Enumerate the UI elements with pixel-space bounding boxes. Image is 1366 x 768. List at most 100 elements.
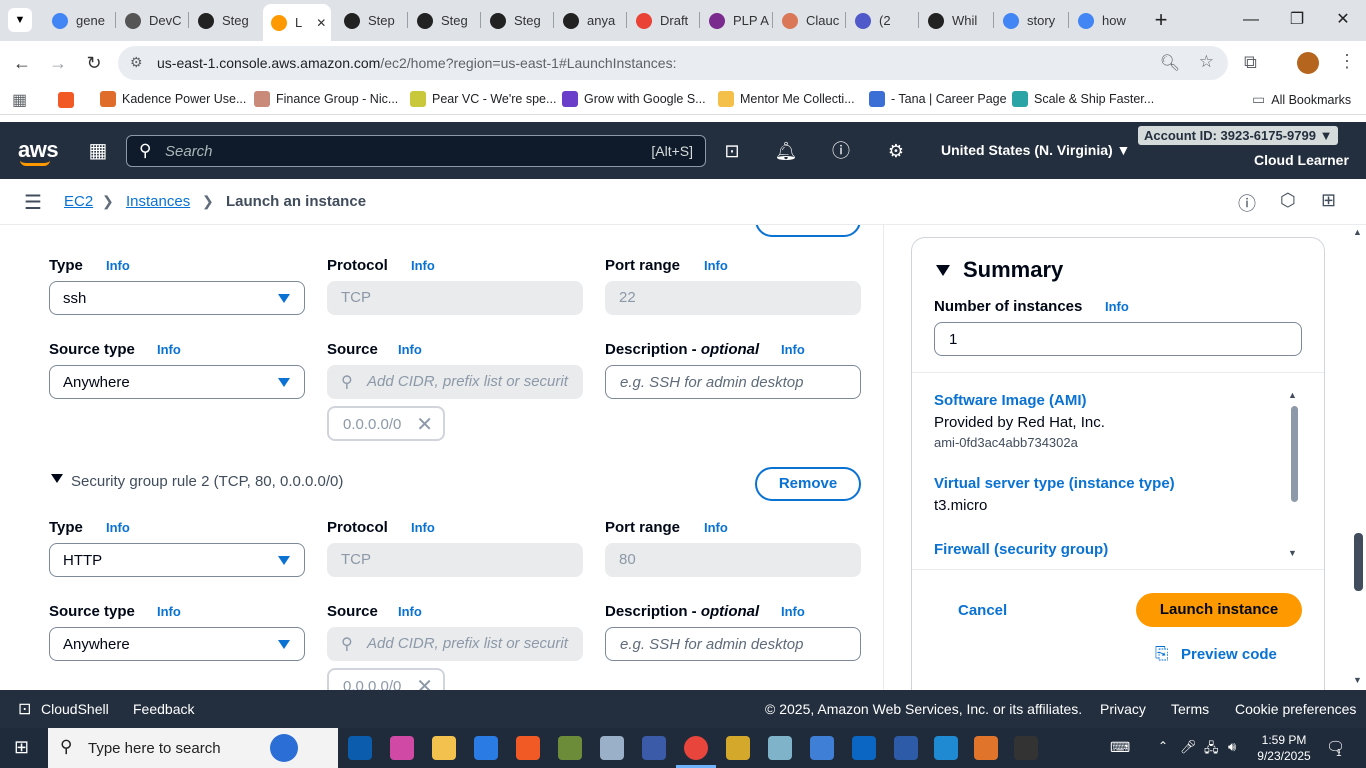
chrome-icon[interactable]	[684, 736, 708, 760]
browser-tab[interactable]: anya	[555, 6, 627, 35]
breadcrumb-ec2[interactable]: EC2	[64, 193, 93, 210]
clock-date[interactable]: 9/23/2025	[1252, 749, 1316, 763]
port-range-info-link[interactable]: Info	[704, 520, 728, 535]
number-of-instances-info-link[interactable]: Info	[1105, 299, 1129, 314]
summary-collapse-icon[interactable]	[936, 265, 950, 276]
source-info-link[interactable]: Info	[398, 342, 422, 357]
browser-tab[interactable]: Step	[336, 6, 408, 35]
notifications-bell-icon[interactable]: 🔔︎	[774, 139, 798, 163]
browser-tab[interactable]: story	[995, 6, 1067, 35]
remove-token-icon[interactable]: ✕	[416, 674, 433, 690]
brave-icon[interactable]	[516, 736, 540, 760]
account-id-badge[interactable]: Account ID: 3923-6175-9799 ▼	[1138, 126, 1339, 145]
taskbar-app-icon[interactable]	[642, 736, 666, 760]
source-type-info-link[interactable]: Info	[157, 604, 181, 619]
bookmark-item[interactable]: - Tana | Career Page	[869, 91, 1007, 107]
new-tab-button[interactable]: +	[1146, 8, 1176, 32]
user-name[interactable]: Cloud Learner	[1254, 152, 1349, 168]
help-panel-icon[interactable]: ⊞	[1321, 190, 1336, 211]
profile-avatar[interactable]	[1297, 52, 1319, 74]
browser-tab[interactable]: Steg	[190, 6, 262, 35]
reload-icon[interactable]: ↻	[82, 51, 106, 75]
browser-tab[interactable]: Whil	[920, 6, 992, 35]
bookmark-item[interactable]: Pear VC - We're spe...	[410, 91, 556, 107]
remove-rule-2-button[interactable]: Remove	[755, 467, 861, 501]
browser-tab[interactable]: DevC	[117, 6, 189, 35]
rule-2-source-search[interactable]: ⚲ Add CIDR, prefix list or securit	[327, 627, 583, 661]
rule-1-source-type-select[interactable]: Anywhere	[49, 365, 305, 399]
browser-tab[interactable]: Steg	[482, 6, 554, 35]
tray-chevron-icon[interactable]: ⌃	[1158, 739, 1168, 753]
browser-tab[interactable]: (2	[847, 6, 919, 35]
taskbar-app-icon[interactable]	[726, 736, 750, 760]
bookmark-item[interactable]: Finance Group - Nic...	[254, 91, 398, 107]
rule-1-description-input[interactable]: e.g. SSH for admin desktop	[605, 365, 861, 399]
bookmark-item[interactable]: Kadence Power Use...	[100, 91, 246, 107]
keyboard-icon[interactable]: ⌨	[1110, 739, 1130, 756]
instance-type-link[interactable]: Virtual server type (instance type)	[934, 475, 1175, 492]
rule-1-type-select[interactable]: ssh	[49, 281, 305, 315]
remove-rule-1-button[interactable]: Remove	[755, 225, 861, 237]
taskbar-app-icon[interactable]	[390, 736, 414, 760]
browser-tab[interactable]: how	[1070, 6, 1142, 35]
feedback-link[interactable]: Feedback	[133, 701, 194, 717]
number-of-instances-input[interactable]: 1	[934, 322, 1302, 356]
file-explorer-icon[interactable]	[432, 736, 456, 760]
launch-instance-button[interactable]: Launch instance	[1136, 593, 1302, 627]
source-info-link[interactable]: Info	[398, 604, 422, 619]
scroll-up-arrow-icon[interactable]: ▲	[1288, 390, 1297, 400]
brave-bookmark-icon[interactable]	[58, 92, 74, 108]
type-info-link[interactable]: Info	[106, 520, 130, 535]
back-icon[interactable]: ←	[10, 51, 34, 75]
taskbar-app-icon[interactable]	[600, 736, 624, 760]
browser-tab[interactable]: Steg	[409, 6, 481, 35]
info-panel-icon[interactable]: ⓘ	[1238, 190, 1256, 216]
taskbar-search-input[interactable]: ⚲ Type here to search	[48, 728, 338, 768]
url-bar[interactable]: ⚙ us-east-1.console.aws.amazon.com/ec2/h…	[118, 46, 1228, 80]
rule-2-collapse-icon[interactable]	[51, 474, 63, 483]
privacy-link[interactable]: Privacy	[1100, 701, 1146, 717]
page-scroll-up-icon[interactable]: ▲	[1353, 227, 1362, 237]
protocol-info-link[interactable]: Info	[411, 520, 435, 535]
region-selector[interactable]: United States (N. Virginia) ▼	[941, 142, 1130, 158]
rule-2-type-select[interactable]: HTTP	[49, 543, 305, 577]
browser-tab[interactable]: L ✕	[263, 4, 331, 41]
services-grid-icon[interactable]: ▦	[86, 139, 110, 163]
bookmark-star-icon[interactable]: ☆	[1199, 52, 1214, 72]
taskbar-app-icon[interactable]	[558, 736, 582, 760]
page-scrollbar-thumb[interactable]	[1354, 533, 1363, 591]
aws-search-input[interactable]: ⚲ Search [Alt+S]	[126, 135, 706, 167]
help-icon[interactable]: ⓘ	[829, 139, 853, 163]
rule-1-source-search[interactable]: ⚲ Add CIDR, prefix list or securit	[327, 365, 583, 399]
powershell-icon[interactable]	[894, 736, 918, 760]
page-scroll-down-icon[interactable]: ▼	[1353, 675, 1362, 685]
port-range-info-link[interactable]: Info	[704, 258, 728, 273]
network-icon[interactable]: 🖧	[1204, 739, 1219, 761]
windows-start-icon[interactable]: ⊞	[14, 737, 29, 758]
settings-gear-icon[interactable]: ⚙	[884, 139, 908, 163]
description-info-link[interactable]: Info	[781, 342, 805, 357]
cloudshell-footer-icon[interactable]: ⊡	[18, 699, 31, 719]
vscode-icon[interactable]	[934, 736, 958, 760]
source-type-info-link[interactable]: Info	[157, 342, 181, 357]
rule-2-header[interactable]: Security group rule 2 (TCP, 80, 0.0.0.0/…	[71, 473, 343, 490]
hamburger-menu-icon[interactable]: ☰	[24, 190, 42, 215]
scroll-down-arrow-icon[interactable]: ▼	[1288, 548, 1297, 558]
type-info-link[interactable]: Info	[106, 258, 130, 273]
taskbar-app-icon[interactable]	[768, 736, 792, 760]
site-info-icon[interactable]: ⚙	[130, 54, 143, 71]
forward-icon[interactable]: →	[46, 51, 70, 75]
close-window-button[interactable]: ✕	[1328, 8, 1358, 32]
minimize-button[interactable]: —	[1236, 8, 1266, 32]
clock-time[interactable]: 1:59 PM	[1256, 733, 1312, 747]
extensions-icon[interactable]: ⧉	[1244, 52, 1257, 73]
microphone-icon[interactable]: 🎤︎	[1180, 739, 1197, 755]
bookmark-item[interactable]: Scale & Ship Faster...	[1012, 91, 1154, 107]
firewall-link[interactable]: Firewall (security group)	[934, 541, 1108, 558]
ami-link[interactable]: Software Image (AMI)	[934, 392, 1087, 409]
rule-2-description-input[interactable]: e.g. SSH for admin desktop	[605, 627, 861, 661]
zoom-icon[interactable]: 🔍︎	[1160, 53, 1180, 73]
cloudshell-link[interactable]: CloudShell	[41, 701, 109, 717]
browser-tab[interactable]: Draft	[628, 6, 700, 35]
tab-search-dropdown[interactable]: ▼	[8, 8, 32, 32]
